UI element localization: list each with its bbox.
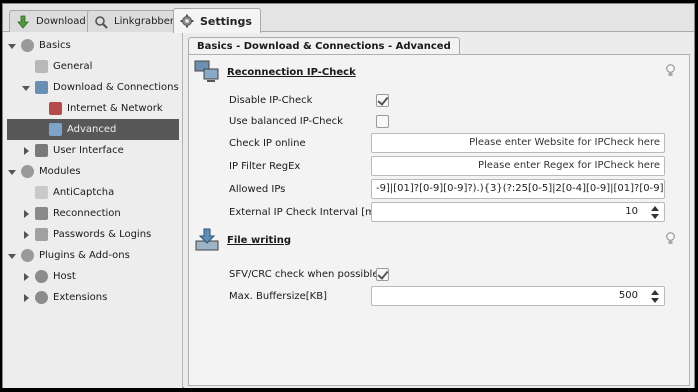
sidebar-item-passwords-logins[interactable]: Passwords & Logins bbox=[21, 224, 151, 245]
tab-linkgrabber[interactable]: Linkgrabber bbox=[87, 10, 184, 32]
disable-ipcheck-checkbox[interactable] bbox=[376, 94, 389, 107]
ip-filter-input[interactable]: Please enter Regex for IPCheck here bbox=[371, 156, 665, 176]
download-arrow-icon bbox=[16, 15, 30, 29]
gear-icon bbox=[21, 165, 34, 178]
file-writing-section-header: File writing bbox=[193, 225, 291, 255]
extensions-icon bbox=[35, 291, 48, 304]
expand-arrow-icon[interactable] bbox=[21, 209, 31, 219]
advanced-network-icon bbox=[49, 123, 62, 136]
allowed-ips-row: Allowed IPs bbox=[229, 179, 371, 199]
network-computers-icon bbox=[193, 59, 221, 85]
sidebar-item-user-interface[interactable]: User Interface bbox=[21, 140, 124, 161]
disable-ipcheck-label: Disable IP-Check bbox=[229, 94, 313, 106]
sidebar-item-label: Host bbox=[53, 271, 76, 282]
expand-arrow-icon[interactable] bbox=[7, 251, 17, 261]
check-ip-online-input[interactable]: Please enter Website for IPCheck here bbox=[371, 133, 665, 153]
sidebar-item-label: Basics bbox=[39, 40, 71, 51]
buffer-size-row: Max. Buffersize[KB] bbox=[229, 286, 371, 306]
gear-icon bbox=[21, 39, 34, 52]
allowed-ips-input[interactable]: -9]|[01]?[0-9][0-9]?).){3}(?:25[0-5]|2[0… bbox=[371, 179, 665, 199]
tab-linkgrabber-label: Linkgrabber bbox=[114, 16, 175, 27]
section-title: Reconnection IP-Check bbox=[227, 66, 356, 78]
help-bulb-icon[interactable] bbox=[666, 232, 675, 245]
sidebar-item-anticaptcha[interactable]: AntiCaptcha bbox=[21, 182, 114, 203]
ip-check-interval-row: External IP Check Interval [min] bbox=[229, 202, 388, 222]
sidebar-item-basics[interactable]: Basics bbox=[7, 35, 71, 56]
download-connections-icon bbox=[35, 81, 48, 94]
spinner-value: 500 bbox=[618, 290, 638, 301]
ip-check-interval-label: External IP Check Interval [min] bbox=[229, 206, 388, 218]
reconnect-icon bbox=[35, 207, 48, 220]
gear-icon bbox=[21, 249, 34, 262]
sidebar-item-advanced[interactable]: Advanced bbox=[7, 119, 179, 140]
balanced-ipcheck-label: Use balanced IP-Check bbox=[229, 115, 343, 127]
tab-download-label: Download bbox=[36, 16, 86, 27]
password-icon bbox=[35, 228, 48, 241]
expand-arrow-icon[interactable] bbox=[21, 83, 31, 93]
spinner-arrows-icon[interactable] bbox=[651, 290, 659, 303]
tab-settings-label: Settings bbox=[200, 14, 252, 28]
host-icon bbox=[35, 270, 48, 283]
sidebar-item-label: Internet & Network bbox=[67, 103, 163, 114]
sfv-crc-label: SFV/CRC check when possible bbox=[229, 268, 379, 280]
sidebar-item-label: Modules bbox=[39, 166, 81, 177]
settings-panel: Reconnection IP-Check Disable IP-Check U… bbox=[188, 54, 690, 386]
tab-download[interactable]: Download bbox=[9, 10, 95, 32]
sidebar-item-label: Plugins & Add-ons bbox=[39, 250, 130, 261]
sidebar-item-label: General bbox=[53, 61, 93, 72]
file-download-icon bbox=[193, 227, 221, 253]
buffer-size-spinner[interactable]: 500 bbox=[371, 286, 665, 306]
sfv-crc-checkbox[interactable] bbox=[376, 268, 389, 281]
sidebar-item-plugins-addons[interactable]: Plugins & Add-ons bbox=[7, 245, 130, 266]
main-tab-bar: Download Linkgrabber Settings bbox=[3, 4, 694, 33]
spinner-value: 10 bbox=[625, 206, 638, 217]
sidebar-item-label: Extensions bbox=[53, 292, 108, 303]
sidebar-item-label: Advanced bbox=[67, 124, 117, 135]
linkgrabber-icon bbox=[94, 15, 108, 29]
ip-filter-label: IP Filter RegEx bbox=[229, 160, 301, 172]
sidebar-item-label: User Interface bbox=[53, 145, 124, 156]
disable-ipcheck-row: Disable IP-Check bbox=[229, 90, 371, 110]
sidebar-item-reconnection[interactable]: Reconnection bbox=[21, 203, 121, 224]
balanced-ipcheck-row: Use balanced IP-Check bbox=[229, 111, 371, 131]
sidebar-item-label: Reconnection bbox=[53, 208, 121, 219]
sidebar-item-general[interactable]: General bbox=[21, 56, 92, 77]
tab-settings[interactable]: Settings bbox=[173, 8, 261, 33]
balanced-ipcheck-checkbox[interactable] bbox=[376, 115, 389, 128]
settings-content: Basics - Download & Connections - Advanc… bbox=[184, 33, 694, 388]
expand-arrow-icon[interactable] bbox=[7, 41, 17, 51]
sidebar-item-label: Download & Connections bbox=[53, 82, 179, 93]
captcha-icon bbox=[35, 186, 48, 199]
sidebar-item-download-connections[interactable]: Download & Connections bbox=[21, 77, 179, 98]
expand-arrow-icon[interactable] bbox=[21, 272, 31, 282]
sidebar-item-modules[interactable]: Modules bbox=[7, 161, 81, 182]
help-bulb-icon[interactable] bbox=[666, 64, 675, 77]
allowed-ips-label: Allowed IPs bbox=[229, 183, 286, 195]
reconnection-section-header: Reconnection IP-Check bbox=[193, 57, 356, 87]
sidebar-item-extensions[interactable]: Extensions bbox=[21, 287, 107, 308]
buffer-size-label: Max. Buffersize[KB] bbox=[229, 290, 327, 302]
sidebar-item-label: Passwords & Logins bbox=[53, 229, 152, 240]
monitor-icon bbox=[35, 144, 48, 157]
ip-filter-row: IP Filter RegEx bbox=[229, 156, 371, 176]
sidebar-item-host[interactable]: Host bbox=[21, 266, 76, 287]
check-ip-online-label: Check IP online bbox=[229, 137, 306, 149]
expand-arrow-icon[interactable] bbox=[21, 146, 31, 156]
expand-arrow-icon[interactable] bbox=[21, 230, 31, 240]
jdownloader-window: Download Linkgrabber Settings Basics Gen… bbox=[2, 3, 695, 388]
ip-check-interval-spinner[interactable]: 10 bbox=[371, 202, 665, 222]
network-icon bbox=[49, 102, 62, 115]
wrench-icon bbox=[35, 60, 48, 73]
sidebar-item-label: AntiCaptcha bbox=[53, 187, 115, 198]
section-title: File writing bbox=[227, 234, 292, 246]
panel-tab[interactable]: Basics - Download & Connections - Advanc… bbox=[188, 37, 460, 55]
gear-icon bbox=[180, 14, 194, 28]
sfv-crc-row: SFV/CRC check when possible bbox=[229, 264, 379, 284]
sidebar-item-internet-network[interactable]: Internet & Network bbox=[35, 98, 163, 119]
check-ip-online-row: Check IP online bbox=[229, 133, 371, 153]
settings-sidebar: Basics General Download & Connections In… bbox=[3, 33, 183, 388]
expand-arrow-icon[interactable] bbox=[7, 167, 17, 177]
spinner-arrows-icon[interactable] bbox=[651, 206, 659, 219]
expand-arrow-icon[interactable] bbox=[21, 293, 31, 303]
